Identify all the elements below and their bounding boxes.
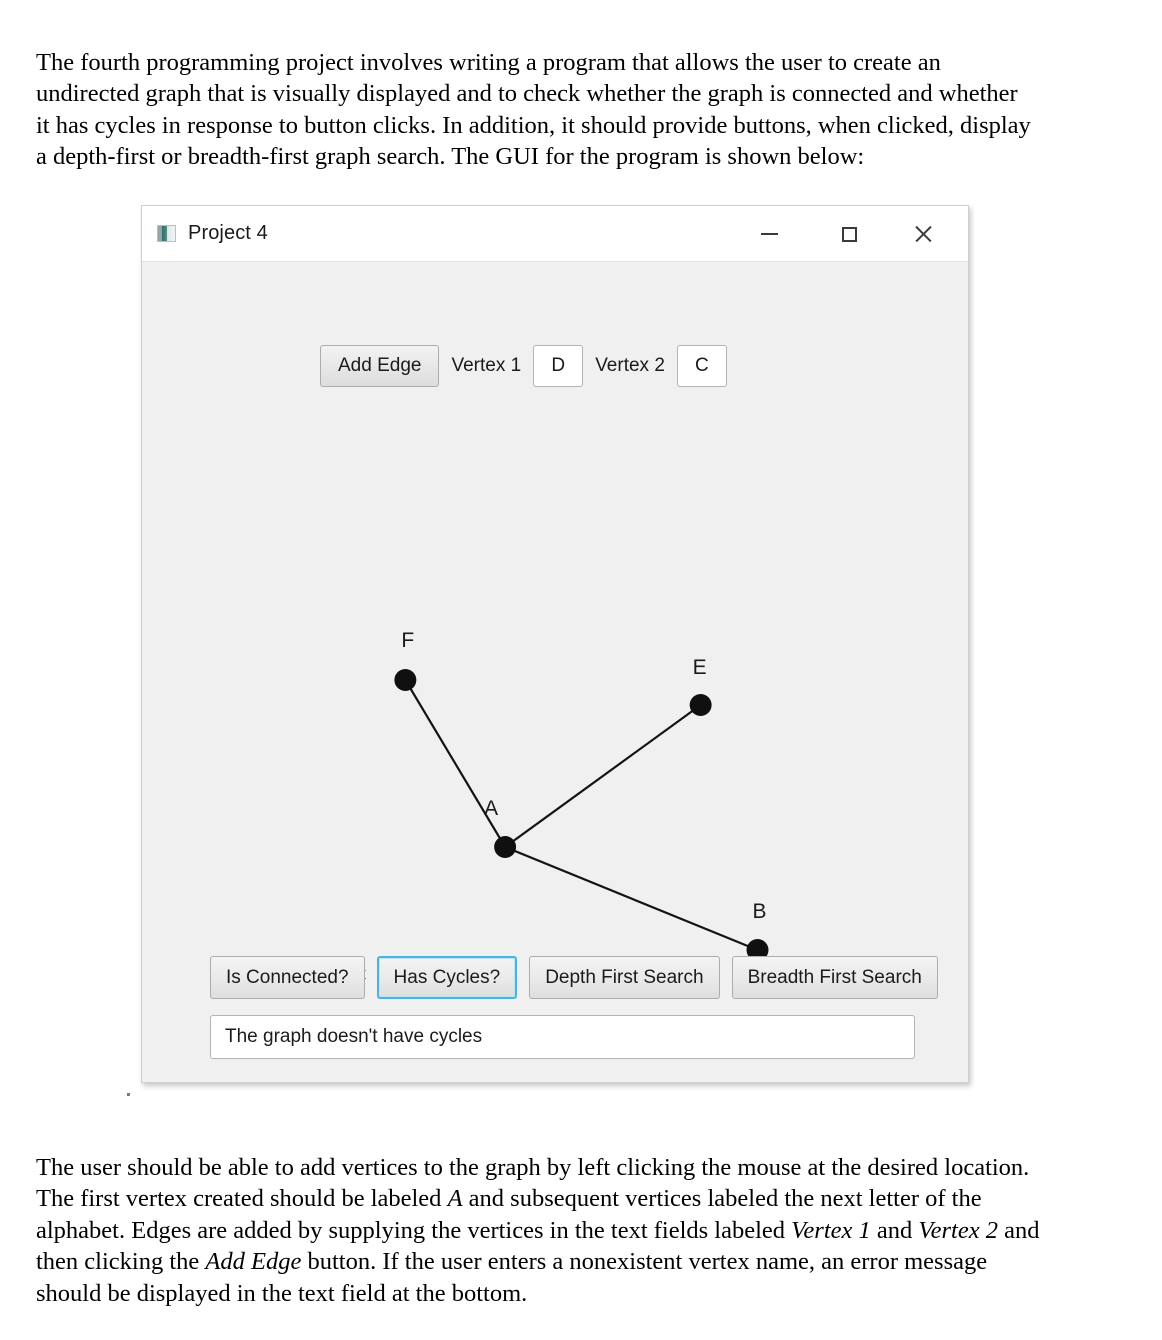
project-4-window: Project 4 Add Edge Vertex 1 D Vertex 2 C… bbox=[141, 205, 969, 1083]
add-edge-button[interactable]: Add Edge bbox=[320, 345, 440, 387]
minimize-icon bbox=[760, 233, 778, 235]
intro-paragraph: The fourth programming project involves … bbox=[36, 48, 1031, 171]
vertex-group bbox=[394, 669, 769, 961]
maximize-button[interactable] bbox=[818, 206, 880, 262]
breadth-first-search-button[interactable]: Breadth First Search bbox=[731, 956, 938, 999]
body-text: and bbox=[870, 1216, 919, 1244]
graph-canvas[interactable]: ABCDEF bbox=[142, 402, 968, 982]
emphasis-text: Add Edge bbox=[205, 1248, 302, 1276]
graph-vertex-A[interactable] bbox=[494, 836, 517, 858]
graph-vertex-label-A: A bbox=[484, 797, 498, 820]
vertex2-label: Vertex 2 bbox=[595, 355, 665, 376]
graph-edge-AE bbox=[504, 704, 702, 848]
emphasis-text: Vertex 1 bbox=[791, 1216, 871, 1244]
close-icon bbox=[913, 224, 933, 244]
graph-svg: ABCDEF bbox=[351, 629, 769, 982]
close-button[interactable] bbox=[892, 206, 954, 262]
emphasis-text: A bbox=[447, 1185, 463, 1213]
graph-vertex-E[interactable] bbox=[689, 694, 712, 716]
graph-vertex-label-F: F bbox=[401, 629, 414, 652]
emphasis-text: Vertex 2 bbox=[918, 1216, 998, 1244]
app-window-icon bbox=[157, 225, 176, 242]
action-bar: Is Connected? Has Cycles? Depth First Sear… bbox=[210, 956, 938, 999]
window-title: Project 4 bbox=[188, 222, 268, 244]
edge-group bbox=[404, 679, 764, 982]
closing-paragraph: The user should be able to add vertices … bbox=[36, 1152, 1046, 1310]
vertex-label-group: ABCDEF bbox=[351, 629, 767, 982]
vertex1-input[interactable]: D bbox=[533, 345, 584, 387]
edge-toolbar: Add Edge Vertex 1 D Vertex 2 C bbox=[320, 345, 727, 387]
status-message-field[interactable]: The graph doesn't have cycles bbox=[210, 1015, 915, 1059]
graph-edge-FA bbox=[404, 679, 507, 848]
page-artifact-dot bbox=[127, 1093, 130, 1096]
has-cycles-button[interactable]: Has Cycles? bbox=[376, 956, 518, 999]
maximize-icon bbox=[841, 226, 857, 242]
graph-vertex-label-E: E bbox=[693, 656, 707, 679]
minimize-button[interactable] bbox=[738, 206, 800, 262]
is-connected-button[interactable]: Is Connected? bbox=[210, 956, 365, 999]
depth-first-search-button[interactable]: Depth First Search bbox=[529, 956, 720, 999]
graph-vertex-F[interactable] bbox=[394, 669, 417, 691]
window-body: Add Edge Vertex 1 D Vertex 2 C A B C D E F Is… bbox=[142, 262, 968, 1082]
graph-edge-AB bbox=[504, 845, 758, 952]
vertex1-label: Vertex 1 bbox=[451, 355, 522, 376]
graph-vertex-label-B: B bbox=[753, 900, 767, 923]
window-title-bar: Project 4 bbox=[142, 206, 968, 262]
vertex2-input[interactable]: C bbox=[676, 345, 727, 387]
